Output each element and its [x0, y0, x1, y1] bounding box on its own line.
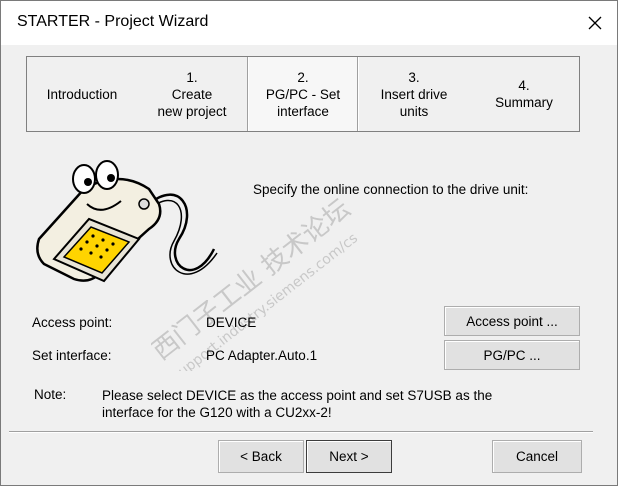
- footer-divider: [9, 431, 593, 433]
- serial-cable-mascot-icon: [36, 160, 218, 283]
- project-wizard-window: STARTER - Project Wizard Introduction 1.…: [0, 0, 618, 486]
- window-title: STARTER - Project Wizard: [17, 13, 209, 30]
- step-label: Introduction: [46, 86, 118, 102]
- next-button[interactable]: Next >: [306, 440, 392, 473]
- connection-prompt: Specify the online connection to the dri…: [253, 182, 529, 197]
- step-label: units: [399, 103, 429, 119]
- step-label: Insert drive: [380, 86, 448, 102]
- access-point-button[interactable]: Access point ...: [444, 306, 580, 336]
- note-label: Note:: [34, 387, 67, 402]
- step-label: interface: [277, 103, 329, 119]
- step-label: Create: [171, 86, 213, 102]
- access-point-value: DEVICE: [206, 315, 257, 330]
- step-label: PG/PC - Set: [265, 86, 341, 102]
- step-number: 1.: [186, 69, 198, 85]
- access-point-label: Access point:: [32, 315, 113, 330]
- title-bar: STARTER - Project Wizard: [1, 1, 617, 45]
- back-button[interactable]: < Back: [218, 440, 304, 473]
- close-button[interactable]: [573, 1, 617, 45]
- step-label: new project: [157, 103, 227, 119]
- close-icon: [588, 16, 602, 30]
- cancel-button[interactable]: Cancel: [492, 440, 582, 473]
- set-interface-value: PC Adapter.Auto.1: [206, 348, 318, 363]
- step-number: 4.: [518, 78, 530, 93]
- step-summary: 4. Summary: [469, 57, 579, 131]
- step-insert-drive-units: 3. Insert drive units: [359, 57, 469, 131]
- note-text: Please select DEVICE as the access point…: [102, 388, 493, 420]
- wizard-steps: Introduction 1. Create new project 2. PG…: [26, 56, 580, 132]
- step-introduction: Introduction: [27, 57, 137, 131]
- step-number: 2.: [297, 69, 309, 85]
- step-number: 3.: [408, 69, 420, 85]
- step-label: Summary: [495, 95, 553, 110]
- step-set-interface: 2. PG/PC - Set interface: [247, 57, 359, 131]
- pgpc-button[interactable]: PG/PC ...: [444, 340, 580, 370]
- step-create-project: 1. Create new project: [137, 57, 247, 131]
- set-interface-label: Set interface:: [32, 348, 112, 363]
